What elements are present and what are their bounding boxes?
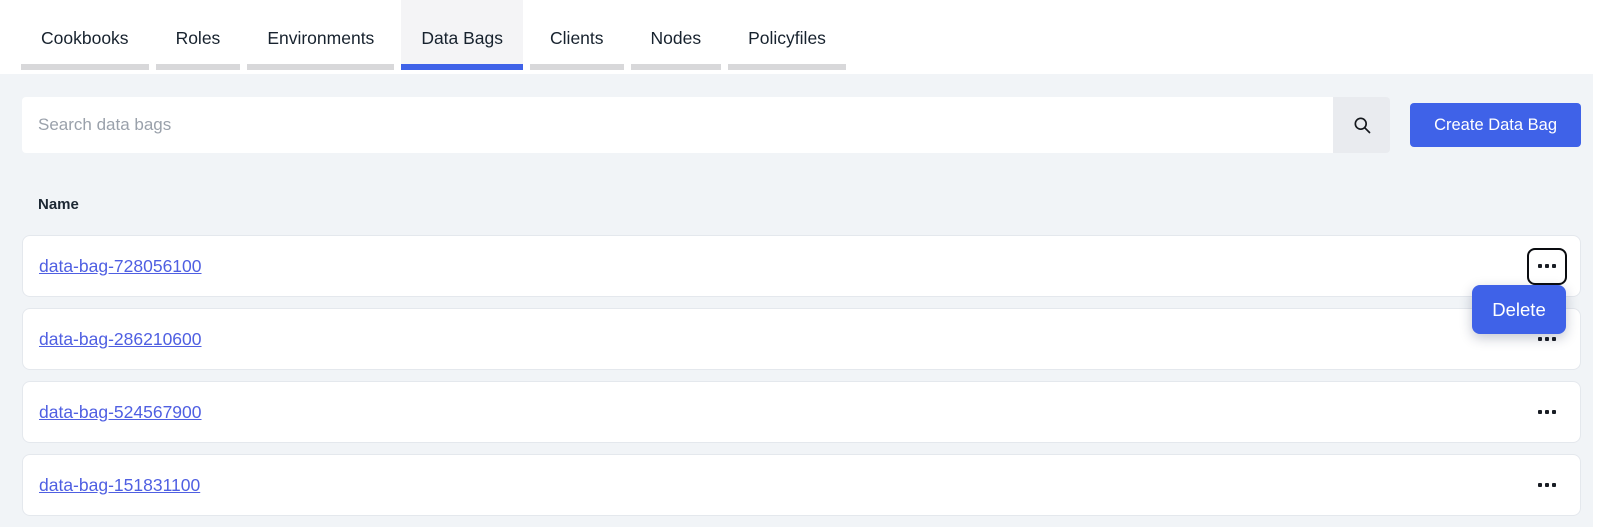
tab-label: Policyfiles <box>748 28 826 49</box>
tab-clients[interactable]: Clients <box>530 0 624 70</box>
ellipsis-icon <box>1538 264 1556 268</box>
tab-environments[interactable]: Environments <box>247 0 394 70</box>
tab-label: Clients <box>550 28 604 49</box>
tab-data-bags[interactable]: Data Bags <box>401 0 523 70</box>
data-bag-link[interactable]: data-bag-151831100 <box>39 475 200 496</box>
tab-bar: Cookbooks Roles Environments Data Bags C… <box>0 0 1601 74</box>
toolbar-spacer <box>1390 97 1410 153</box>
tab-policyfiles[interactable]: Policyfiles <box>728 0 846 70</box>
tab-label: Cookbooks <box>41 28 129 49</box>
delete-menu-item[interactable]: Delete <box>1472 285 1566 334</box>
tab-nodes[interactable]: Nodes <box>631 0 722 70</box>
table-row: data-bag-286210600 Delete <box>22 308 1581 370</box>
tab-label: Data Bags <box>421 28 503 49</box>
search-input[interactable] <box>22 97 1333 153</box>
data-bag-list: data-bag-728056100 Delete data-bag-28621… <box>22 235 1581 516</box>
name-column-header: Name <box>38 196 1581 213</box>
tab-roles[interactable]: Roles <box>156 0 241 70</box>
magnifier-icon <box>1352 115 1372 135</box>
table-row: data-bag-524567900 Delete <box>22 381 1581 443</box>
row-menu-button[interactable] <box>1527 248 1567 285</box>
row-menu-button[interactable] <box>1527 467 1567 504</box>
table-row: data-bag-151831100 Delete <box>22 454 1581 516</box>
ellipsis-icon <box>1538 483 1556 487</box>
data-bag-link[interactable]: data-bag-728056100 <box>39 256 202 277</box>
data-bag-link[interactable]: data-bag-286210600 <box>39 329 202 350</box>
create-data-bag-button[interactable]: Create Data Bag <box>1410 103 1581 147</box>
tab-label: Nodes <box>651 28 702 49</box>
tabs-container: Cookbooks Roles Environments Data Bags C… <box>21 0 846 70</box>
row-menu-button[interactable] <box>1527 394 1567 431</box>
ellipsis-icon <box>1538 337 1556 341</box>
data-bag-link[interactable]: data-bag-524567900 <box>39 402 202 423</box>
tab-cookbooks[interactable]: Cookbooks <box>21 0 149 70</box>
scrollbar-track[interactable] <box>1593 74 1601 527</box>
search-button[interactable] <box>1333 97 1390 153</box>
search-bar <box>22 97 1390 153</box>
tab-label: Roles <box>176 28 221 49</box>
table-row: data-bag-728056100 Delete <box>22 235 1581 297</box>
toolbar: Create Data Bag <box>22 97 1581 153</box>
ellipsis-icon <box>1538 410 1556 414</box>
tab-label: Environments <box>267 28 374 49</box>
